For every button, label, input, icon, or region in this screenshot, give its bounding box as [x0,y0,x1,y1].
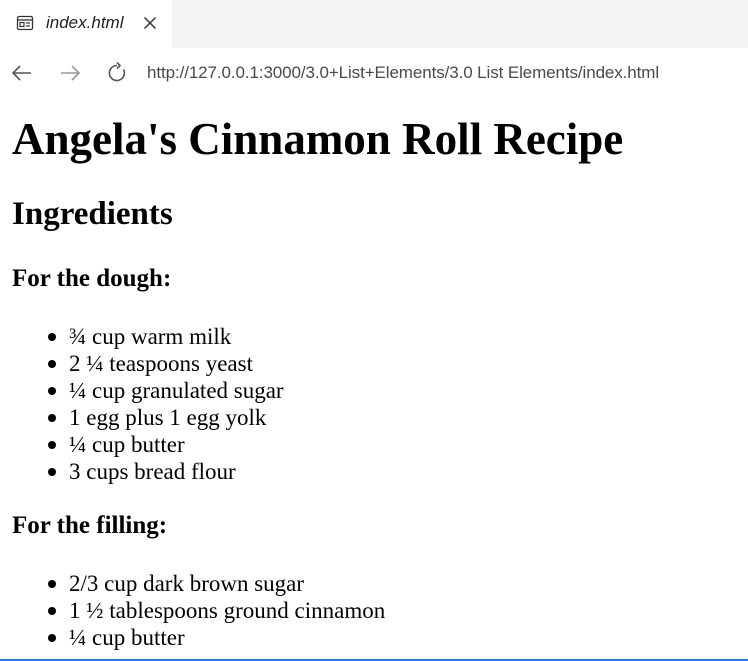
reload-icon[interactable] [105,61,129,85]
tab-title: index.html [46,13,124,32]
bullet-icon [48,387,56,395]
page-icon [16,14,34,32]
list-item-text: ¼ cup butter [69,625,185,650]
arrow-left-icon[interactable] [10,61,34,85]
list-item-text: 2 ¼ teaspoons yeast [69,351,253,376]
dough-list: ¾ cup warm milk 2 ¼ teaspoons yeast ¼ cu… [12,323,284,485]
list-item: 1 ½ tablespoons ground cinnamon [12,597,385,624]
list-item-text: ¼ cup granulated sugar [69,378,284,403]
list-item: ¼ cup butter [12,431,284,458]
bullet-icon [48,468,56,476]
list-item-text: 1 ½ tablespoons ground cinnamon [69,598,386,623]
list-item-text: 3 cups bread flour [69,459,236,484]
list-item: 2 ¼ teaspoons yeast [12,350,284,377]
bullet-icon [48,414,56,422]
close-icon[interactable] [141,14,159,32]
bullet-icon [48,441,56,449]
list-item: ¼ cup granulated sugar [12,377,284,404]
list-item: ¼ cup butter [12,624,385,651]
filling-heading: For the filling: [12,512,168,539]
list-item: 3 cups bread flour [12,458,284,485]
list-item: 2/3 cup dark brown sugar [12,570,385,597]
list-item: 1 egg plus 1 egg yolk [12,404,284,431]
list-item-text: 1 egg plus 1 egg yolk [69,405,267,430]
bullet-icon [48,580,56,588]
tab-strip: index.html [0,0,748,48]
tab-index-html[interactable]: index.html [0,0,172,48]
arrow-right-icon[interactable] [58,61,82,85]
list-item-text: ¼ cup butter [69,432,185,457]
browser-toolbar: http://127.0.0.1:3000/3.0+List+Elements/… [0,48,748,98]
list-item-text: ¾ cup warm milk [69,324,232,349]
bullet-icon [48,360,56,368]
filling-list: 2/3 cup dark brown sugar 1 ½ tablespoons… [12,570,385,651]
ingredients-heading: Ingredients [12,196,173,232]
dough-heading: For the dough: [12,265,172,292]
list-item-text: 2/3 cup dark brown sugar [69,571,305,596]
bullet-icon [48,634,56,642]
address-bar-url[interactable]: http://127.0.0.1:3000/3.0+List+Elements/… [147,62,659,84]
page-title: Angela's Cinnamon Roll Recipe [12,114,624,164]
bullet-icon [48,333,56,341]
list-item: ¾ cup warm milk [12,323,284,350]
bullet-icon [48,607,56,615]
